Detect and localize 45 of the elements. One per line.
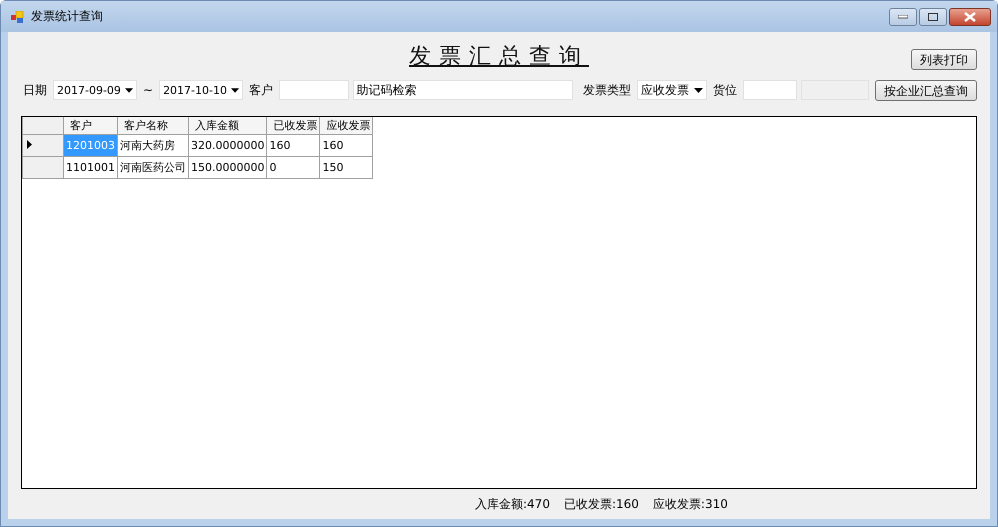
row-header-corner xyxy=(22,117,64,134)
table-cell: 0 xyxy=(266,156,320,178)
maximize-icon xyxy=(928,12,938,20)
company-summary-query-button[interactable]: 按企业汇总查询 xyxy=(875,80,978,100)
date-label: 日期 xyxy=(23,82,47,98)
close-button[interactable] xyxy=(949,8,991,26)
table-cell: 河南大药房 xyxy=(118,134,188,156)
date-to-picker[interactable]: 2017-10-10 xyxy=(159,80,244,100)
column-header[interactable]: 客户 xyxy=(64,117,118,134)
summary-total: 入库金额:470 xyxy=(475,496,550,512)
table-cell: 160 xyxy=(320,134,373,156)
invoice-type-dropdown[interactable]: 应收发票 xyxy=(637,80,707,100)
table-cell: 150 xyxy=(320,156,373,178)
column-header[interactable]: 入库金额 xyxy=(188,117,267,134)
row-header[interactable] xyxy=(22,134,64,156)
mnemonic-search-field[interactable]: 助记码检索 xyxy=(352,80,574,100)
maximize-button[interactable] xyxy=(919,8,947,26)
summary-total: 应收发票:310 xyxy=(652,496,728,512)
table-cell: 320.0000000 xyxy=(188,134,267,156)
window-title: 发票统计查询 xyxy=(31,8,104,25)
table-cell: 河南医药公司 xyxy=(118,156,188,178)
form-heading: 发票汇总查询 xyxy=(409,43,589,71)
dropdown-icon[interactable] xyxy=(694,88,703,92)
column-header[interactable]: 客户名称 xyxy=(118,117,188,134)
minimize-icon xyxy=(898,14,908,18)
invoice-type-label: 发票类型 xyxy=(583,82,632,98)
customer-code-field[interactable] xyxy=(279,80,349,100)
minimize-button[interactable] xyxy=(889,8,917,26)
print-list-button[interactable]: 列表打印 xyxy=(911,49,977,70)
range-separator: ~ xyxy=(143,83,154,97)
customer-label: 客户 xyxy=(249,82,274,98)
location-field[interactable] xyxy=(742,80,798,100)
table-cell: 1201003 xyxy=(64,134,118,156)
summary-total: 已收发票:160 xyxy=(564,496,639,512)
dropdown-icon[interactable] xyxy=(231,88,240,92)
date-from-picker[interactable]: 2017-09-09 xyxy=(53,80,137,100)
close-icon xyxy=(964,12,976,22)
column-header[interactable]: 已收发票 xyxy=(266,117,320,134)
dropdown-icon[interactable] xyxy=(124,88,133,92)
location-label: 货位 xyxy=(712,82,737,98)
column-header[interactable]: 应收发票 xyxy=(320,117,373,134)
table-cell: 1101001 xyxy=(64,156,118,178)
app-icon xyxy=(11,10,25,22)
table-cell: 150.0000000 xyxy=(188,156,267,178)
table-cell: 160 xyxy=(266,134,320,156)
